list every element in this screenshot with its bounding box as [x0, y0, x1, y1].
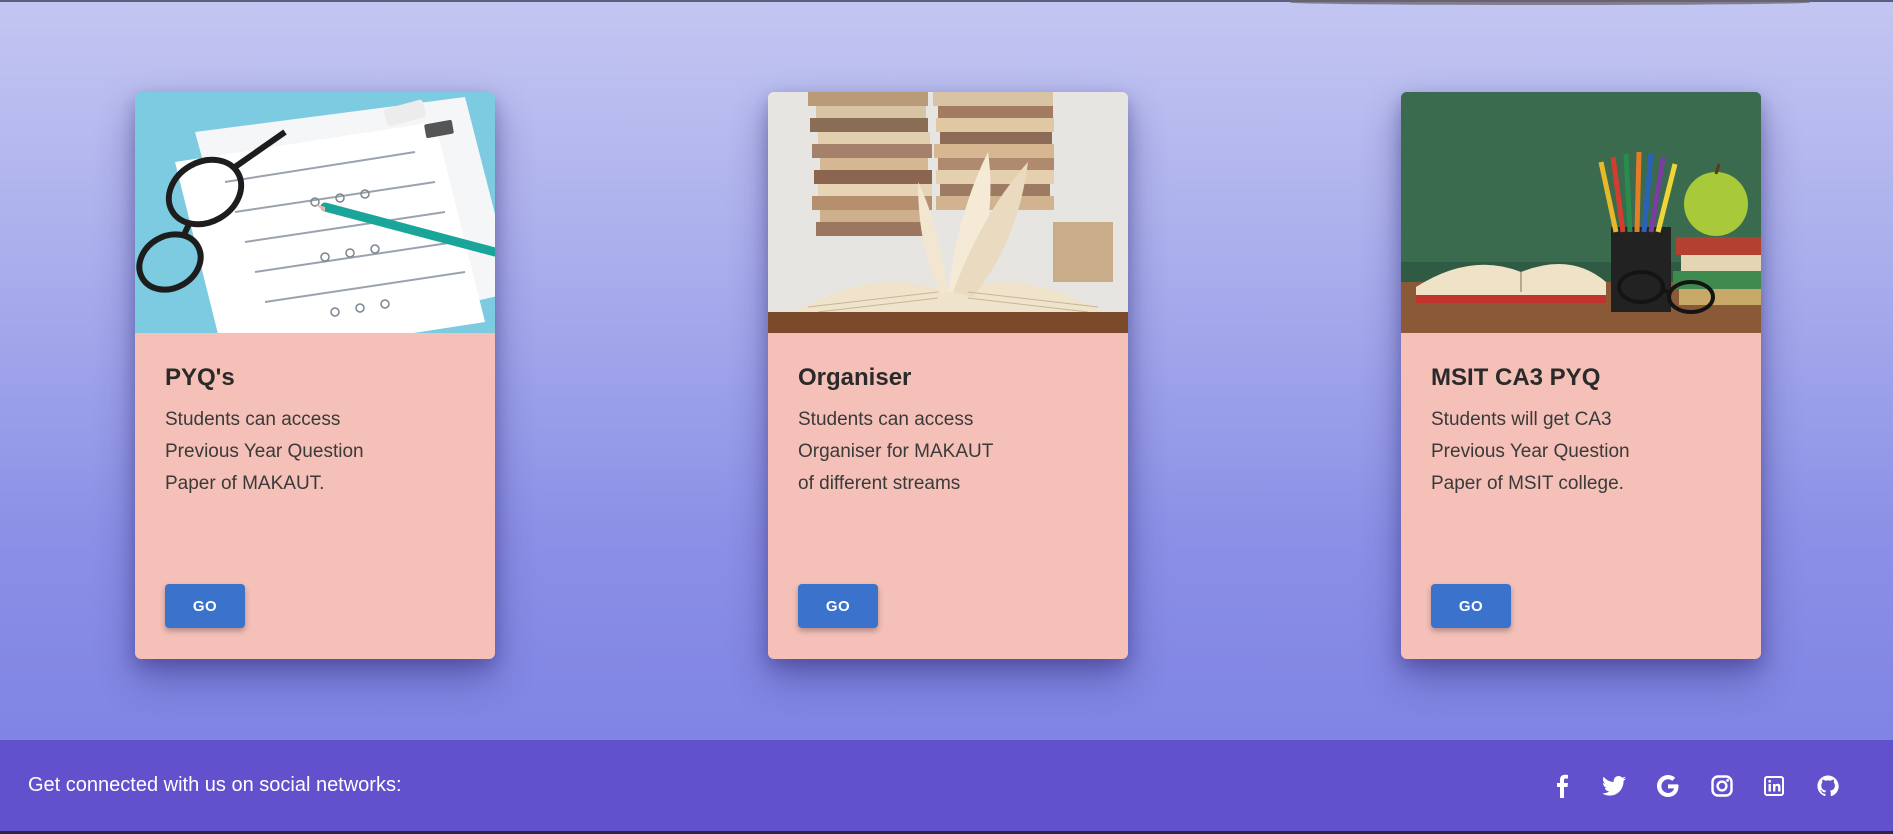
card-description: Students will get CA3 Previous Year Ques…	[1431, 409, 1630, 494]
google-icon[interactable]	[1654, 772, 1682, 800]
card-description: Students can access Previous Year Questi…	[165, 409, 364, 494]
card-organiser: Organiser Students can access Organiser …	[768, 92, 1128, 659]
go-button[interactable]: GO	[1431, 584, 1511, 628]
go-button[interactable]: GO	[798, 584, 878, 628]
go-button[interactable]: GO	[165, 584, 245, 628]
github-icon[interactable]	[1814, 772, 1842, 800]
card-title: Organiser	[798, 364, 912, 391]
top-shadow-decoration	[1290, 0, 1810, 5]
card-pyqs: PYQ's Students can access Previous Year …	[135, 92, 495, 659]
card-title: PYQ's	[165, 364, 235, 391]
social-connect-text: Get connected with us on social networks…	[28, 774, 402, 796]
twitter-icon[interactable]	[1600, 772, 1628, 800]
card-title: MSIT CA3 PYQ	[1431, 364, 1601, 391]
footer: Get connected with us on social networks…	[0, 740, 1893, 834]
card-msit-ca3-pyq: MSIT CA3 PYQ Students will get CA3 Previ…	[1401, 92, 1761, 659]
books-pencils-apple-image	[1401, 92, 1761, 333]
exam-paper-with-glasses-image	[135, 92, 495, 333]
card-description: Students can access Organiser for MAKAUT…	[798, 409, 993, 494]
linkedin-icon[interactable]	[1760, 772, 1788, 800]
facebook-icon[interactable]	[1548, 772, 1576, 800]
stack-of-books-image	[768, 92, 1128, 333]
instagram-icon[interactable]	[1708, 772, 1736, 800]
